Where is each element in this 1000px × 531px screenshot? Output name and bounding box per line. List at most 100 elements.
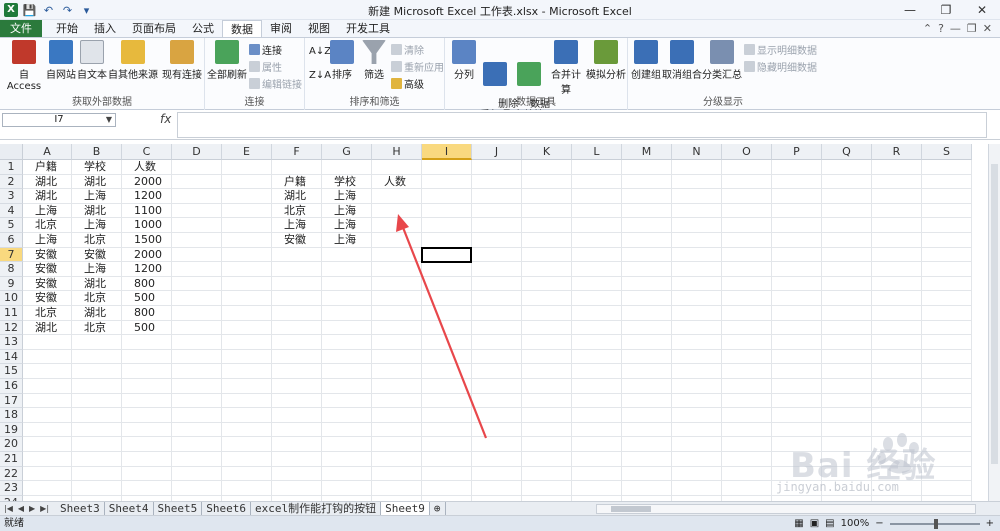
- cell-h23[interactable]: [372, 481, 422, 496]
- cell-n17[interactable]: [672, 393, 722, 409]
- row-header-13[interactable]: 13: [0, 335, 23, 350]
- cell-r9[interactable]: [872, 276, 922, 292]
- cell-h17[interactable]: [372, 393, 422, 409]
- cell-l18[interactable]: [572, 408, 622, 423]
- column-header-p[interactable]: P: [772, 144, 822, 160]
- cell-r17[interactable]: [872, 393, 922, 409]
- next-sheet-icon[interactable]: ▶: [29, 502, 35, 515]
- cell-d8[interactable]: [172, 262, 222, 277]
- cell-i4[interactable]: [422, 203, 472, 219]
- tab-page-layout[interactable]: 页面布局: [124, 20, 184, 37]
- column-header-a[interactable]: A: [23, 144, 72, 160]
- cell-l19[interactable]: [572, 422, 622, 438]
- cell-l3[interactable]: [572, 189, 622, 204]
- cell-b9[interactable]: 湖北: [72, 276, 122, 292]
- cell-n12[interactable]: [672, 320, 722, 336]
- cell-j14[interactable]: [472, 349, 522, 365]
- cell-n5[interactable]: [672, 218, 722, 233]
- cell-n21[interactable]: [672, 452, 722, 467]
- cell-i21[interactable]: [422, 452, 472, 467]
- cell-d1[interactable]: [172, 160, 222, 175]
- cell-e22[interactable]: [222, 466, 272, 482]
- cell-g23[interactable]: [322, 481, 372, 496]
- row-header-18[interactable]: 18: [0, 408, 23, 423]
- zoom-level[interactable]: 100%: [841, 516, 870, 531]
- cell-c9[interactable]: 800: [122, 276, 172, 292]
- cell-n20[interactable]: [672, 437, 722, 452]
- text-to-columns-button[interactable]: 分列: [449, 40, 479, 81]
- cell-b12[interactable]: 北京: [72, 320, 122, 336]
- cell-i18[interactable]: [422, 408, 472, 423]
- cell-k15[interactable]: [522, 364, 572, 379]
- cell-c4[interactable]: 1100: [122, 203, 172, 219]
- cell-g17[interactable]: [322, 393, 372, 409]
- cell-q16[interactable]: [822, 379, 872, 394]
- cell-b18[interactable]: [72, 408, 122, 423]
- cell-a12[interactable]: 湖北: [23, 320, 72, 336]
- cell-f19[interactable]: [272, 422, 322, 438]
- cell-r14[interactable]: [872, 349, 922, 365]
- cell-g9[interactable]: [322, 276, 372, 292]
- cell-e8[interactable]: [222, 262, 272, 277]
- cell-f5[interactable]: 上海: [272, 218, 322, 233]
- cell-c19[interactable]: [122, 422, 172, 438]
- cell-d4[interactable]: [172, 203, 222, 219]
- cell-o14[interactable]: [722, 349, 772, 365]
- cell-g11[interactable]: [322, 306, 372, 321]
- cell-i14[interactable]: [422, 349, 472, 365]
- formula-input[interactable]: [177, 112, 987, 138]
- zoom-out-icon[interactable]: −: [875, 516, 883, 531]
- cell-p8[interactable]: [772, 262, 822, 277]
- cell-i17[interactable]: [422, 393, 472, 409]
- cell-b17[interactable]: [72, 393, 122, 409]
- cell-a15[interactable]: [23, 364, 72, 379]
- column-header-d[interactable]: D: [172, 144, 222, 160]
- cell-e13[interactable]: [222, 335, 272, 350]
- cell-o17[interactable]: [722, 393, 772, 409]
- minimize-ribbon-icon[interactable]: ⌃: [923, 20, 932, 37]
- cell-r5[interactable]: [872, 218, 922, 233]
- cell-k21[interactable]: [522, 452, 572, 467]
- cell-d22[interactable]: [172, 466, 222, 482]
- cell-n9[interactable]: [672, 276, 722, 292]
- cell-a11[interactable]: 北京: [23, 306, 72, 321]
- cell-f15[interactable]: [272, 364, 322, 379]
- from-web-button[interactable]: 自网站: [46, 40, 76, 81]
- cell-h16[interactable]: [372, 379, 422, 394]
- cell-g6[interactable]: 上海: [322, 233, 372, 248]
- cell-a8[interactable]: 安徽: [23, 262, 72, 277]
- prev-sheet-icon[interactable]: ◀: [18, 502, 24, 515]
- column-header-k[interactable]: K: [522, 144, 572, 160]
- cell-n22[interactable]: [672, 466, 722, 482]
- cell-b3[interactable]: 上海: [72, 189, 122, 204]
- cell-n1[interactable]: [672, 160, 722, 175]
- cell-n23[interactable]: [672, 481, 722, 496]
- cell-o18[interactable]: [722, 408, 772, 423]
- cell-p1[interactable]: [772, 160, 822, 175]
- cell-r18[interactable]: [872, 408, 922, 423]
- cell-o2[interactable]: [722, 174, 772, 190]
- cell-h22[interactable]: [372, 466, 422, 482]
- cell-p15[interactable]: [772, 364, 822, 379]
- cell-e15[interactable]: [222, 364, 272, 379]
- cell-a9[interactable]: 安徽: [23, 276, 72, 292]
- cell-p4[interactable]: [772, 203, 822, 219]
- cell-c21[interactable]: [122, 452, 172, 467]
- cell-s16[interactable]: [922, 379, 972, 394]
- cell-c1[interactable]: 人数: [122, 160, 172, 175]
- cell-d3[interactable]: [172, 189, 222, 204]
- column-header-o[interactable]: O: [722, 144, 772, 160]
- cell-g3[interactable]: 上海: [322, 189, 372, 204]
- cell-e5[interactable]: [222, 218, 272, 233]
- row-header-6[interactable]: 6: [0, 233, 23, 248]
- cell-e9[interactable]: [222, 276, 272, 292]
- cell-h21[interactable]: [372, 452, 422, 467]
- cell-p9[interactable]: [772, 276, 822, 292]
- cell-a23[interactable]: [23, 481, 72, 496]
- cell-b5[interactable]: 上海: [72, 218, 122, 233]
- cell-g5[interactable]: 上海: [322, 218, 372, 233]
- cell-a2[interactable]: 湖北: [23, 174, 72, 190]
- cell-p13[interactable]: [772, 335, 822, 350]
- cell-m3[interactable]: [622, 189, 672, 204]
- cell-g15[interactable]: [322, 364, 372, 379]
